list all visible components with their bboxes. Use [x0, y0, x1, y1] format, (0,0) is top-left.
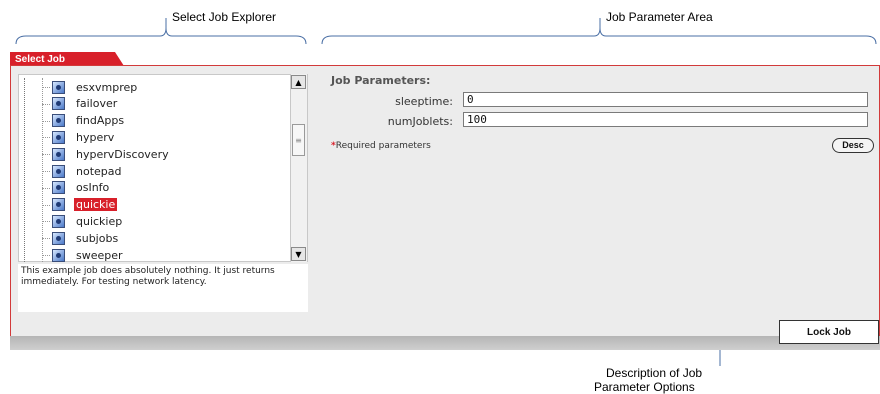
- required-note: *Required parameters: [331, 141, 431, 151]
- required-note-text: Required parameters: [335, 141, 431, 151]
- job-icon: [52, 164, 65, 178]
- tree-connector: [42, 171, 50, 172]
- tree-connector: [42, 120, 50, 122]
- annotation-description-line1: Description of Job: [606, 366, 703, 380]
- tree-connector: [42, 221, 50, 223]
- sleeptime-label: sleeptime:: [395, 95, 453, 108]
- tree-item[interactable]: quickiep: [52, 213, 124, 229]
- tree-item-label: sweeper: [76, 248, 123, 262]
- scroll-thumb[interactable]: ≡: [292, 124, 305, 156]
- tree-connector: [42, 204, 50, 206]
- job-icon: [52, 231, 65, 245]
- job-icon: [52, 248, 65, 262]
- job-icon: [52, 147, 65, 161]
- job-icon: [52, 181, 65, 195]
- tree-item[interactable]: esxvmprep: [52, 79, 139, 95]
- job-icon: [52, 114, 65, 128]
- tree-item-label: subjobs: [76, 231, 119, 245]
- job-icon: [52, 214, 65, 228]
- tree-item[interactable]: failover: [52, 96, 119, 112]
- tree-item-label: esxvmprep: [76, 80, 138, 94]
- annotation-description-line2: Parameter Options: [594, 380, 695, 394]
- tree-item[interactable]: hypervDiscovery: [52, 146, 171, 162]
- tab-select-job[interactable]: Select Job: [15, 54, 65, 65]
- tree-item-label: hypervDiscovery: [76, 147, 169, 161]
- numjoblets-label: numJoblets:: [387, 115, 453, 128]
- tree-item-label: osInfo: [76, 181, 110, 195]
- explorer-scrollbar[interactable]: [290, 74, 307, 262]
- tree-item-label: failover: [76, 97, 118, 111]
- tree-item-label: quickiep: [76, 214, 123, 228]
- job-description: This example job does absolutely nothing…: [18, 264, 308, 312]
- tree-item-label: findApps: [76, 114, 125, 128]
- tree-connector: [42, 187, 50, 189]
- tree-item-label: hyperv: [76, 130, 115, 144]
- tree-connector: [42, 137, 50, 139]
- tree-connector: [42, 87, 50, 88]
- footer-band: [10, 336, 880, 350]
- tree-item-label: quickie: [74, 198, 118, 212]
- sleeptime-input[interactable]: [463, 92, 868, 107]
- tree-connector: [42, 103, 50, 105]
- annotation-select-job-explorer: Select Job Explorer: [172, 10, 277, 24]
- tree-connector: [42, 238, 50, 240]
- numjoblets-input[interactable]: [463, 112, 868, 127]
- annotation-job-parameter-area: Job Parameter Area: [606, 10, 713, 24]
- scroll-down-button[interactable]: ▼: [291, 247, 306, 261]
- parameters-heading: Job Parameters:: [331, 74, 431, 87]
- parameter-brace: [321, 27, 877, 45]
- job-icon: [52, 80, 65, 94]
- job-icon: [52, 198, 65, 212]
- tree-guide-line: [42, 78, 43, 262]
- tree-connector: [42, 154, 50, 156]
- job-icon: [52, 97, 65, 111]
- explorer-brace: [15, 27, 307, 45]
- tree-item[interactable]: osInfo: [52, 180, 111, 196]
- tree-item-label: notepad: [76, 164, 122, 178]
- lock-job-button[interactable]: Lock Job: [779, 320, 879, 344]
- tree-connector: [42, 255, 50, 256]
- tree-item[interactable]: notepad: [52, 163, 124, 179]
- tree-guide-line: [24, 78, 25, 262]
- tree-item[interactable]: quickie: [52, 197, 118, 213]
- scroll-up-button[interactable]: ▲: [291, 75, 306, 89]
- tree-item[interactable]: hyperv: [52, 129, 116, 145]
- tree-item[interactable]: findApps: [52, 113, 126, 129]
- desc-button[interactable]: Desc: [832, 138, 874, 153]
- tree-item[interactable]: subjobs: [52, 230, 120, 246]
- job-icon: [52, 130, 65, 144]
- tree-item[interactable]: sweeper: [52, 247, 125, 263]
